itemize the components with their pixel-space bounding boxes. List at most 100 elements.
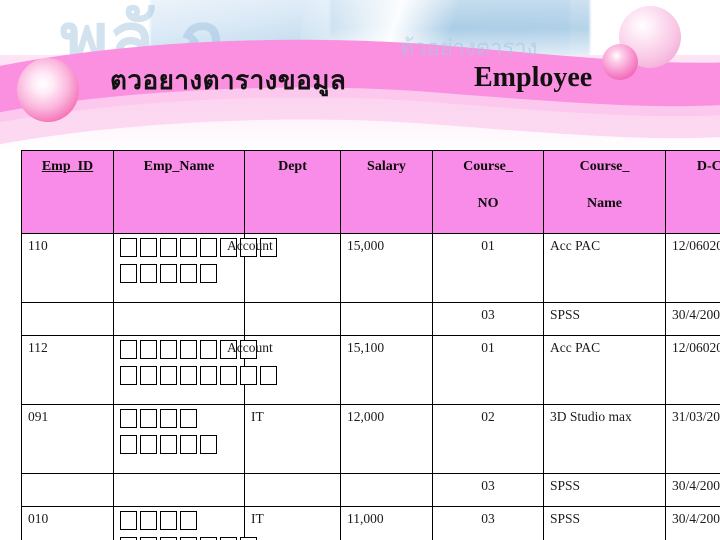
cell-salary [340, 302, 433, 336]
cell-d-complete: 31/03/2002 [665, 404, 720, 474]
decorative-sphere-small [602, 44, 638, 80]
cell-salary: 15,100 [340, 335, 433, 405]
missing-glyph-box [140, 435, 157, 454]
cell-dept: Account [227, 335, 341, 405]
decorative-sphere-left [17, 58, 79, 122]
department-label: Account [227, 238, 273, 253]
cell-d-complete: 12/0602002 [665, 233, 720, 303]
column-header-label: Course_ [579, 159, 630, 174]
cell-emp-name [113, 473, 245, 507]
column-header-label: Course_ [463, 159, 513, 174]
column-header-label: Salary [367, 159, 406, 174]
missing-glyph-box [140, 238, 157, 257]
missing-glyph-box [140, 366, 157, 385]
missing-glyph-box [180, 435, 197, 454]
missing-glyph-box [120, 409, 137, 428]
cell-emp-name [113, 335, 277, 405]
table-header: Emp_ID Emp_Name Dept Salary Course_ NO Course_… [21, 150, 720, 234]
missing-glyph-box [120, 264, 137, 283]
cell-dept [244, 302, 341, 336]
missing-glyph-box [120, 435, 137, 454]
cell-salary [340, 473, 433, 507]
cell-emp-id: 091 [21, 404, 114, 474]
slide-title-english: Employee [474, 62, 593, 93]
cell-d-complete: 12/0602002 [665, 335, 720, 405]
cell-course-name: SPSS [543, 506, 666, 540]
missing-glyph-box [140, 340, 157, 359]
cell-course-name: SPSS [543, 302, 666, 336]
missing-glyph-box [120, 511, 137, 530]
missing-glyph-box [120, 238, 137, 257]
cell-emp-id: 010 [21, 506, 114, 540]
missing-glyph-box [180, 238, 197, 257]
column-header-course-no: Course_ NO [432, 150, 544, 234]
missing-glyph-box [120, 340, 137, 359]
cell-dept: IT [244, 404, 341, 474]
cell-course-no: 03 [432, 302, 544, 336]
column-header-label-line2: NO [477, 196, 499, 211]
missing-glyph-box [160, 366, 177, 385]
department-label: Account [227, 340, 273, 355]
column-header-course-name: Course_ Name [543, 150, 666, 234]
cell-course-no: 01 [432, 233, 544, 303]
table-row: 091 IT 12,000023D Studio max31/03/2002 [21, 404, 720, 474]
missing-glyph-box [160, 264, 177, 283]
missing-glyph-box [140, 409, 157, 428]
slide-title-thai: ตวอยางตารางขอมูล [110, 66, 347, 96]
slide-canvas: พลั ก ต้วอย่างตาราง ตวอยางตารางขอมูล Emp… [0, 0, 720, 540]
cell-emp-name [113, 404, 245, 474]
missing-glyph-box [180, 366, 197, 385]
missing-glyph-box [180, 409, 197, 428]
missing-glyph-box [160, 435, 177, 454]
table-row: 110 Account 15,00001Acc PAC12/0602002 [21, 233, 720, 303]
cell-salary: 15,000 [340, 233, 433, 303]
column-header-label: D-Complete [696, 159, 720, 174]
employee-table: Emp_ID Emp_Name Dept Salary Course_ NO Course_… [21, 150, 720, 540]
table-row: 112 Account 15,10001Acc PAC12/0602002 [21, 335, 720, 405]
column-header-label-line2: Name [587, 196, 622, 211]
column-header-salary: Salary [340, 150, 433, 234]
missing-glyph-box [140, 264, 157, 283]
missing-glyph-box [140, 511, 157, 530]
cell-course-no: 03 [432, 473, 544, 507]
cell-course-name: Acc PAC [543, 335, 666, 405]
missing-glyph-box [120, 366, 137, 385]
column-header-label: Emp_Name [143, 159, 215, 174]
cell-salary: 11,000 [340, 506, 433, 540]
cell-d-complete: 30/4/2002 [665, 506, 720, 540]
missing-glyph-box [180, 264, 197, 283]
missing-glyph-box [160, 409, 177, 428]
missing-glyph-box [200, 264, 217, 283]
department-label: IT [251, 511, 264, 526]
missing-glyph-box [180, 340, 197, 359]
missing-glyph-box [160, 238, 177, 257]
cell-course-no: 03 [432, 506, 544, 540]
missing-glyph-box [200, 366, 217, 385]
cell-dept: IT [244, 506, 341, 540]
cell-emp-name [113, 302, 245, 336]
column-header-emp-name: Emp_Name [113, 150, 245, 234]
cell-d-complete: 30/4/2002 [665, 302, 720, 336]
table-body: 110Account15,00001Acc PAC12/060200203SPS… [21, 233, 720, 540]
cell-emp-name [113, 506, 257, 540]
column-header-dept: Dept [244, 150, 341, 234]
cell-emp-id: 112 [21, 335, 114, 405]
cell-course-name: 3D Studio max [543, 404, 666, 474]
missing-glyph-box [180, 511, 197, 530]
missing-glyph-box [160, 511, 177, 530]
cell-course-no: 02 [432, 404, 544, 474]
cell-emp-id [21, 473, 114, 507]
missing-glyph-box [200, 238, 217, 257]
column-header-emp-id: Emp_ID [21, 150, 114, 234]
cell-course-name: SPSS [543, 473, 666, 507]
cell-emp-id: 110 [21, 233, 114, 303]
cell-dept: Account [227, 233, 341, 303]
column-header-d-complete: D-Complete [665, 150, 720, 234]
cell-emp-name [113, 233, 277, 303]
missing-glyph-box [200, 435, 217, 454]
missing-glyph-box [200, 340, 217, 359]
cell-course-no: 01 [432, 335, 544, 405]
decorative-banner: พลั ก ต้วอย่างตาราง [0, 0, 720, 150]
missing-glyph-box [160, 340, 177, 359]
cell-emp-id [21, 302, 114, 336]
